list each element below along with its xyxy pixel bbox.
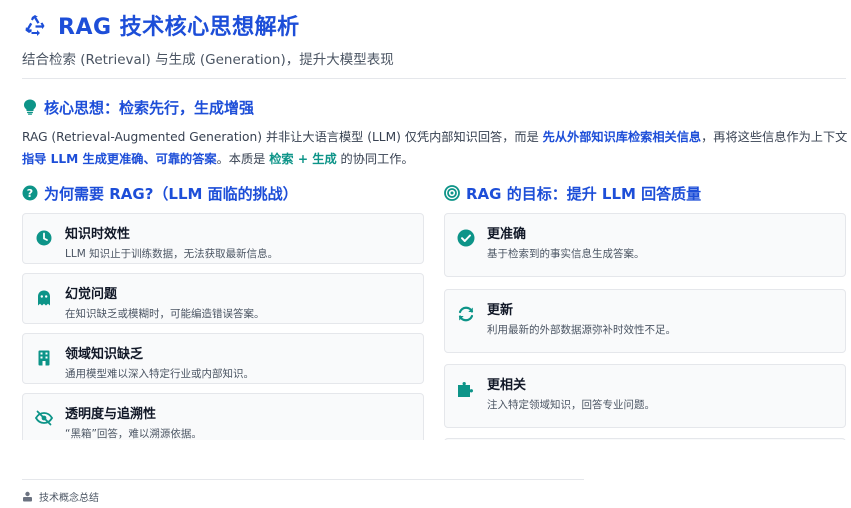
check-circle-icon: [457, 229, 475, 247]
card-title: 更准确: [487, 227, 527, 242]
goals-section: RAG 的目标：提升 LLM 回答质量: [444, 182, 846, 204]
footer: 技术概念总结: [22, 489, 99, 504]
core-idea-heading: 核心思想：检索先行，生成增强: [22, 96, 848, 118]
card-desc: 利用最新的外部数据源弥补时效性不足。: [487, 324, 676, 336]
card-desc: 基于检索到的事实信息生成答案。: [487, 248, 645, 260]
card-desc: 注入特定领域知识，回答专业问题。: [487, 399, 655, 411]
challenges-section: ? 为何需要 RAG?（LLM 面临的挑战）: [22, 182, 424, 204]
challenge-card-timeliness: 知识时效性 LLM 知识止于训练数据，无法获取最新信息。: [22, 213, 424, 264]
question-circle-icon: ?: [22, 185, 38, 201]
card-title: 透明度与追溯性: [65, 407, 157, 422]
goals-title: RAG 的目标：提升 LLM 回答质量: [466, 184, 702, 203]
eye-slash-icon: [35, 409, 53, 427]
challenge-card-domain: 领域知识缺乏 通用模型难以深入特定行业或内部知识。: [22, 333, 424, 384]
header-divider: [22, 78, 846, 79]
recycle-icon: [22, 12, 48, 38]
core-idea-section: 核心思想：检索先行，生成增强 RAG (Retrieval-Augmented …: [22, 96, 848, 170]
card-body: 更新 利用最新的外部数据源弥补时效性不足。: [487, 302, 676, 337]
title-row: RAG 技术核心思想解析: [22, 8, 846, 42]
card-body: 更准确 基于检索到的事实信息生成答案。: [487, 226, 645, 261]
svg-text:?: ?: [27, 187, 33, 200]
goals-heading: RAG 的目标：提升 LLM 回答质量: [444, 182, 846, 204]
challenges-list[interactable]: 知识时效性 LLM 知识止于训练数据，无法获取最新信息。 幻觉问题 在知识缺乏或…: [22, 213, 426, 440]
core-idea-text: RAG (Retrieval-Augmented Generation) 并非让…: [22, 126, 848, 170]
challenges-title: 为何需要 RAG?（LLM 面临的挑战）: [44, 184, 298, 203]
card-desc: 在知识缺乏或模糊时，可能编造错误答案。: [65, 308, 265, 320]
card-body: 透明度与追溯性 “黑箱”回答，难以溯源依据。: [65, 406, 202, 440]
card-body: 更相关 注入特定领域知识，回答专业问题。: [487, 377, 655, 412]
challenge-card-hallucination: 幻觉问题 在知识缺乏或模糊时，可能编造错误答案。: [22, 273, 424, 324]
lightbulb-icon: [22, 99, 38, 115]
puzzle-icon: [457, 380, 475, 398]
footer-label: 技术概念总结: [39, 493, 99, 504]
highlight-generate: 指导 LLM 生成更准确、可靠的答案: [22, 152, 217, 166]
page-header: RAG 技术核心思想解析 结合检索 (Retrieval) 与生成 (Gener…: [22, 8, 846, 68]
challenges-heading: ? 为何需要 RAG?（LLM 面临的挑战）: [22, 182, 424, 204]
card-desc: LLM 知识止于训练数据，无法获取最新信息。: [65, 248, 279, 260]
book-user-icon: [22, 491, 33, 502]
core-idea-title: 核心思想：检索先行，生成增强: [44, 98, 255, 117]
card-body: 领域知识缺乏 通用模型难以深入特定行业或内部知识。: [65, 346, 254, 381]
target-icon: [444, 185, 460, 201]
card-desc: “黑箱”回答，难以溯源依据。: [65, 428, 202, 440]
footer-divider: [22, 479, 584, 480]
goal-card-more: [444, 438, 846, 440]
goal-card-accurate: 更准确 基于检索到的事实信息生成答案。: [444, 213, 846, 277]
card-title: 幻觉问题: [65, 287, 118, 302]
core-text-part: 。本质是: [216, 152, 270, 166]
goal-card-fresh: 更新 利用最新的外部数据源弥补时效性不足。: [444, 289, 846, 353]
challenge-card-transparency: 透明度与追溯性 “黑箱”回答，难以溯源依据。: [22, 393, 424, 440]
core-text-part: 的协同工作。: [336, 152, 414, 166]
card-body: 幻觉问题 在知识缺乏或模糊时，可能编造错误答案。: [65, 286, 265, 321]
goal-card-relevant: 更相关 注入特定领域知识，回答专业问题。: [444, 364, 846, 428]
highlight-retrieval-plus-generation: 检索 + 生成: [269, 152, 337, 166]
card-desc: 通用模型难以深入特定行业或内部知识。: [65, 368, 254, 380]
card-title: 领域知识缺乏: [65, 347, 144, 362]
core-text-part: ，再将这些信息作为上下文: [701, 130, 848, 144]
core-text-part: RAG (Retrieval-Augmented Generation) 并非让…: [22, 130, 543, 144]
card-title: 更新: [487, 303, 514, 318]
goals-list[interactable]: 更准确 基于检索到的事实信息生成答案。 更新 利用最新的外部数据源弥补时效性不足…: [444, 213, 848, 440]
ghost-icon: [35, 289, 53, 307]
refresh-icon: [457, 305, 475, 323]
page-subtitle: 结合检索 (Retrieval) 与生成 (Generation)，提升大模型表…: [22, 52, 394, 68]
card-title: 更相关: [487, 378, 527, 393]
card-title: 知识时效性: [65, 227, 131, 242]
highlight-retrieve: 先从外部知识库检索相关信息: [542, 130, 702, 144]
page-title: RAG 技术核心思想解析: [58, 15, 300, 40]
clock-icon: [35, 229, 53, 247]
card-body: 知识时效性 LLM 知识止于训练数据，无法获取最新信息。: [65, 226, 278, 261]
building-icon: [35, 349, 53, 367]
